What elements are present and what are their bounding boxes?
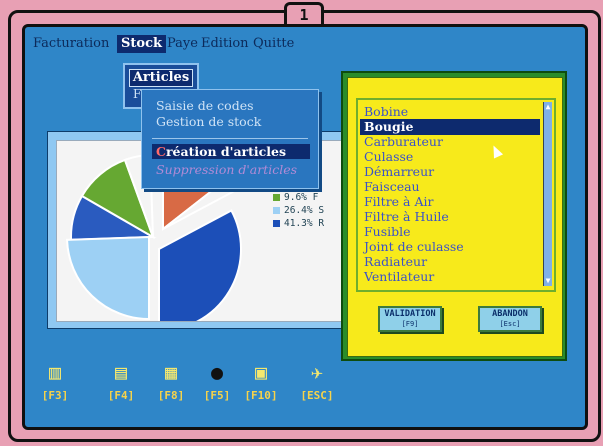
- menu-item-gestion-stock[interactable]: Gestion de stock: [156, 114, 261, 129]
- menu-item-saisie-codes[interactable]: Saisie de codes: [156, 98, 254, 113]
- fkey-label: [F10]: [244, 389, 278, 402]
- legend-swatch: [273, 207, 280, 214]
- menu-item-creation-articles[interactable]: Création d'articles: [152, 144, 310, 159]
- figure-marker: 1: [284, 2, 324, 25]
- list-item[interactable]: Démarreur: [364, 164, 434, 179]
- pie-slice-r: [158, 209, 242, 333]
- list-item[interactable]: Joint de culasse: [364, 239, 464, 254]
- list-item-selected[interactable]: Bougie: [360, 119, 540, 135]
- list-item[interactable]: Fusible: [364, 224, 411, 239]
- list-item[interactable]: Carburateur: [364, 134, 443, 149]
- fkey-label: [F4]: [107, 389, 135, 402]
- fkey-f4[interactable]: ▤ [F4]: [101, 359, 141, 402]
- menu-bar: Facturation Stock Paye Edition Quitte: [25, 35, 585, 53]
- calculator-icon: ▣: [254, 360, 268, 384]
- app-screen: Facturation Stock Paye Edition Quitte Ar…: [22, 24, 588, 430]
- list-item[interactable]: Faisceau: [364, 179, 420, 194]
- fkey-esc[interactable]: ✈ [ESC]: [297, 359, 337, 402]
- submenu-item-articles[interactable]: Articles: [129, 69, 193, 87]
- legend-row: 41.3% R: [273, 217, 349, 230]
- fkey-f5[interactable]: ● [F5]: [197, 359, 237, 402]
- open-book-icon: ▤: [114, 360, 128, 384]
- menu-item-stock[interactable]: Stock: [117, 35, 166, 53]
- legend-row: 26.4% S: [273, 204, 349, 217]
- dialog-body: ▲ ▼ Bobine Bougie Carburateur Culasse Démarr…: [347, 77, 563, 357]
- article-listbox[interactable]: ▲ ▼ Bobine Bougie Carburateur Culasse Démarr…: [356, 98, 556, 292]
- exit-icon: ✈: [310, 360, 324, 384]
- validation-key: [F9]: [401, 320, 419, 328]
- list-item[interactable]: Culasse: [364, 149, 413, 164]
- legend-label: 9.6% F: [284, 192, 319, 203]
- fkey-label: [F8]: [157, 389, 185, 402]
- hotkey-letter: C: [156, 144, 166, 159]
- book-icon: ▥: [48, 360, 62, 384]
- menu-divider: [152, 138, 308, 139]
- menu-item-creation-label: réation d'articles: [165, 144, 287, 159]
- menu-item-quitte[interactable]: Quitte: [253, 35, 294, 53]
- menu-item-facturation[interactable]: Facturation: [33, 35, 109, 53]
- fkey-f3[interactable]: ▥ [F3]: [35, 359, 75, 402]
- validation-label: VALIDATION: [384, 309, 436, 319]
- list-item[interactable]: Filtre à Huile: [364, 209, 449, 224]
- menu-item-edition[interactable]: Edition: [201, 35, 249, 53]
- legend-swatch: [273, 220, 280, 227]
- menu-item-suppression-articles: Suppression d'articles: [156, 162, 298, 177]
- articles-menu: Saisie de codes Gestion de stock Créatio…: [141, 89, 319, 189]
- validation-button[interactable]: VALIDATION [F9]: [378, 306, 442, 332]
- printer-icon: ▦: [164, 360, 178, 384]
- fkey-f10[interactable]: ▣ [F10]: [241, 359, 281, 402]
- bomb-icon: ●: [210, 360, 224, 384]
- article-selection-dialog: ▲ ▼ Bobine Bougie Carburateur Culasse Démarr…: [341, 71, 567, 361]
- legend-label: 26.4% S: [284, 205, 325, 216]
- function-key-bar: ▥ [F3] ▤ [F4] ▦ [F8] ● [F5] ▣ [F10] ✈ [E…: [25, 359, 585, 419]
- fkey-label: [ESC]: [300, 389, 334, 402]
- legend-row: 9.6% F: [273, 191, 349, 204]
- list-item[interactable]: Filtre à Air: [364, 194, 433, 209]
- abandon-label: ABANDON: [492, 309, 528, 319]
- fkey-label: [F5]: [203, 389, 231, 402]
- fkey-label: [F3]: [41, 389, 69, 402]
- legend-swatch: [273, 194, 280, 201]
- scrollbar[interactable]: ▲ ▼: [543, 102, 552, 286]
- list-item[interactable]: Bobine: [364, 104, 408, 119]
- abandon-key: [Esc]: [499, 320, 521, 328]
- legend-label: 41.3% R: [284, 218, 325, 229]
- scroll-up-icon[interactable]: ▲: [544, 102, 552, 112]
- list-item[interactable]: Radiateur: [364, 254, 427, 269]
- abandon-button[interactable]: ABANDON [Esc]: [478, 306, 542, 332]
- list-item[interactable]: Ventilateur: [364, 269, 434, 284]
- scroll-down-icon[interactable]: ▼: [544, 276, 552, 286]
- pie-slice-s: [66, 235, 150, 321]
- menu-item-paye[interactable]: Paye: [167, 35, 198, 53]
- fkey-f8[interactable]: ▦ [F8]: [151, 359, 191, 402]
